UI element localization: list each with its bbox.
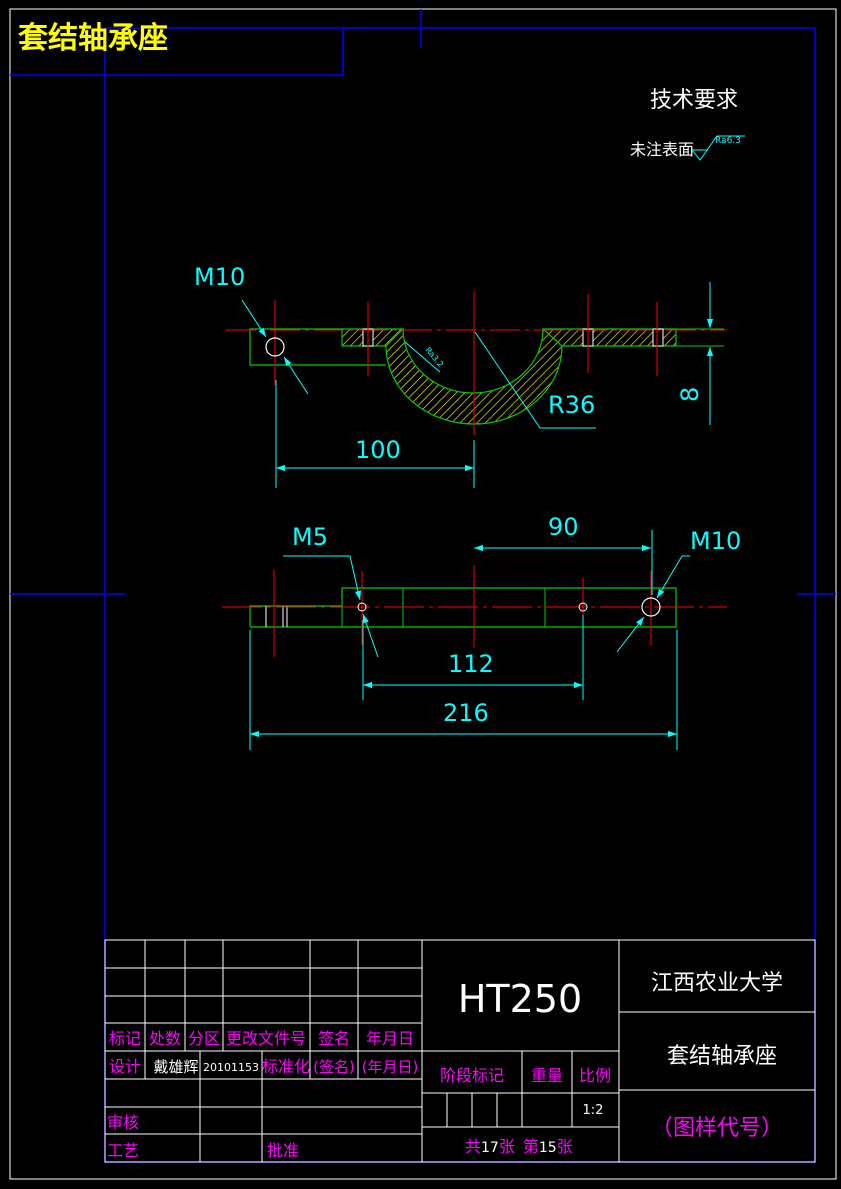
header-label-1: 处数 xyxy=(149,1029,181,1048)
dim-216: 216 xyxy=(443,699,489,727)
designer-name: 戴雄辉 xyxy=(153,1058,198,1076)
top-view: M10 R36 Ra3.2 100 8 xyxy=(194,263,727,488)
review-label: 审核 xyxy=(107,1113,139,1132)
school-name: 江西农业大学 xyxy=(651,971,783,996)
drawing-title: 套结轴承座 xyxy=(18,21,168,56)
sign-label: (签名) xyxy=(313,1058,355,1076)
header-label-5: 年月日 xyxy=(366,1029,414,1048)
scale-label: 比例 xyxy=(579,1066,611,1085)
design-label: 设计 xyxy=(109,1057,141,1076)
process-label: 工艺 xyxy=(107,1141,139,1160)
tech-requirements-note: 未注表面 xyxy=(630,140,694,159)
front-thread-small-label: M5 xyxy=(292,523,328,551)
dim-lines-top xyxy=(241,282,714,488)
tech-requirements-heading: 技术要求 xyxy=(650,88,738,113)
header-label-0: 标记 xyxy=(109,1029,141,1048)
inner-roughness-label: Ra3.2 xyxy=(423,346,445,369)
approve-label: 批准 xyxy=(267,1141,299,1160)
header-label-4: 签名 xyxy=(318,1029,350,1048)
drawing-code: （图样代号） xyxy=(651,1116,783,1141)
material-label: HT250 xyxy=(458,977,582,1021)
header-label-3: 更改文件号 xyxy=(226,1029,306,1048)
roughness-value: Ra6.3 xyxy=(715,136,741,146)
dim-112: 112 xyxy=(448,650,494,678)
dim-90: 90 xyxy=(548,513,579,541)
student-id: 20101153 xyxy=(203,1061,259,1074)
drawing-sheet: 套结轴承座 技术要求 未注表面 Ra6.3 M10 R36 Ra3.2 100 … xyxy=(9,8,837,1180)
tech-requirements: 技术要求 未注表面 Ra6.3 xyxy=(630,88,745,161)
weight-label: 重量 xyxy=(531,1066,563,1085)
centerlines-front xyxy=(222,565,727,657)
date-label: (年月日) xyxy=(362,1058,419,1076)
top-thread-label: M10 xyxy=(194,263,245,291)
standardize-label: 标准化 xyxy=(262,1057,310,1076)
dim-length-100: 100 xyxy=(355,436,401,464)
header-label-2: 分区 xyxy=(188,1029,220,1048)
front-slot xyxy=(265,606,288,627)
sheet-count: 共17张 第15张 xyxy=(465,1137,573,1156)
sheet-border xyxy=(9,8,837,1180)
dim-thickness-8: 8 xyxy=(676,387,704,402)
radius-label: R36 xyxy=(548,391,595,419)
stage-label: 阶段标记 xyxy=(440,1066,504,1085)
front-view: M5 M10 90 112 216 xyxy=(222,513,741,750)
part-name: 套结轴承座 xyxy=(667,1044,777,1069)
scale-value: 1:2 xyxy=(583,1103,604,1118)
front-thread-large-label: M10 xyxy=(690,527,741,555)
title-block: HT250 江西农业大学 套结轴承座 （图样代号） 标记 处数 分区 更改文件号… xyxy=(104,939,816,1163)
